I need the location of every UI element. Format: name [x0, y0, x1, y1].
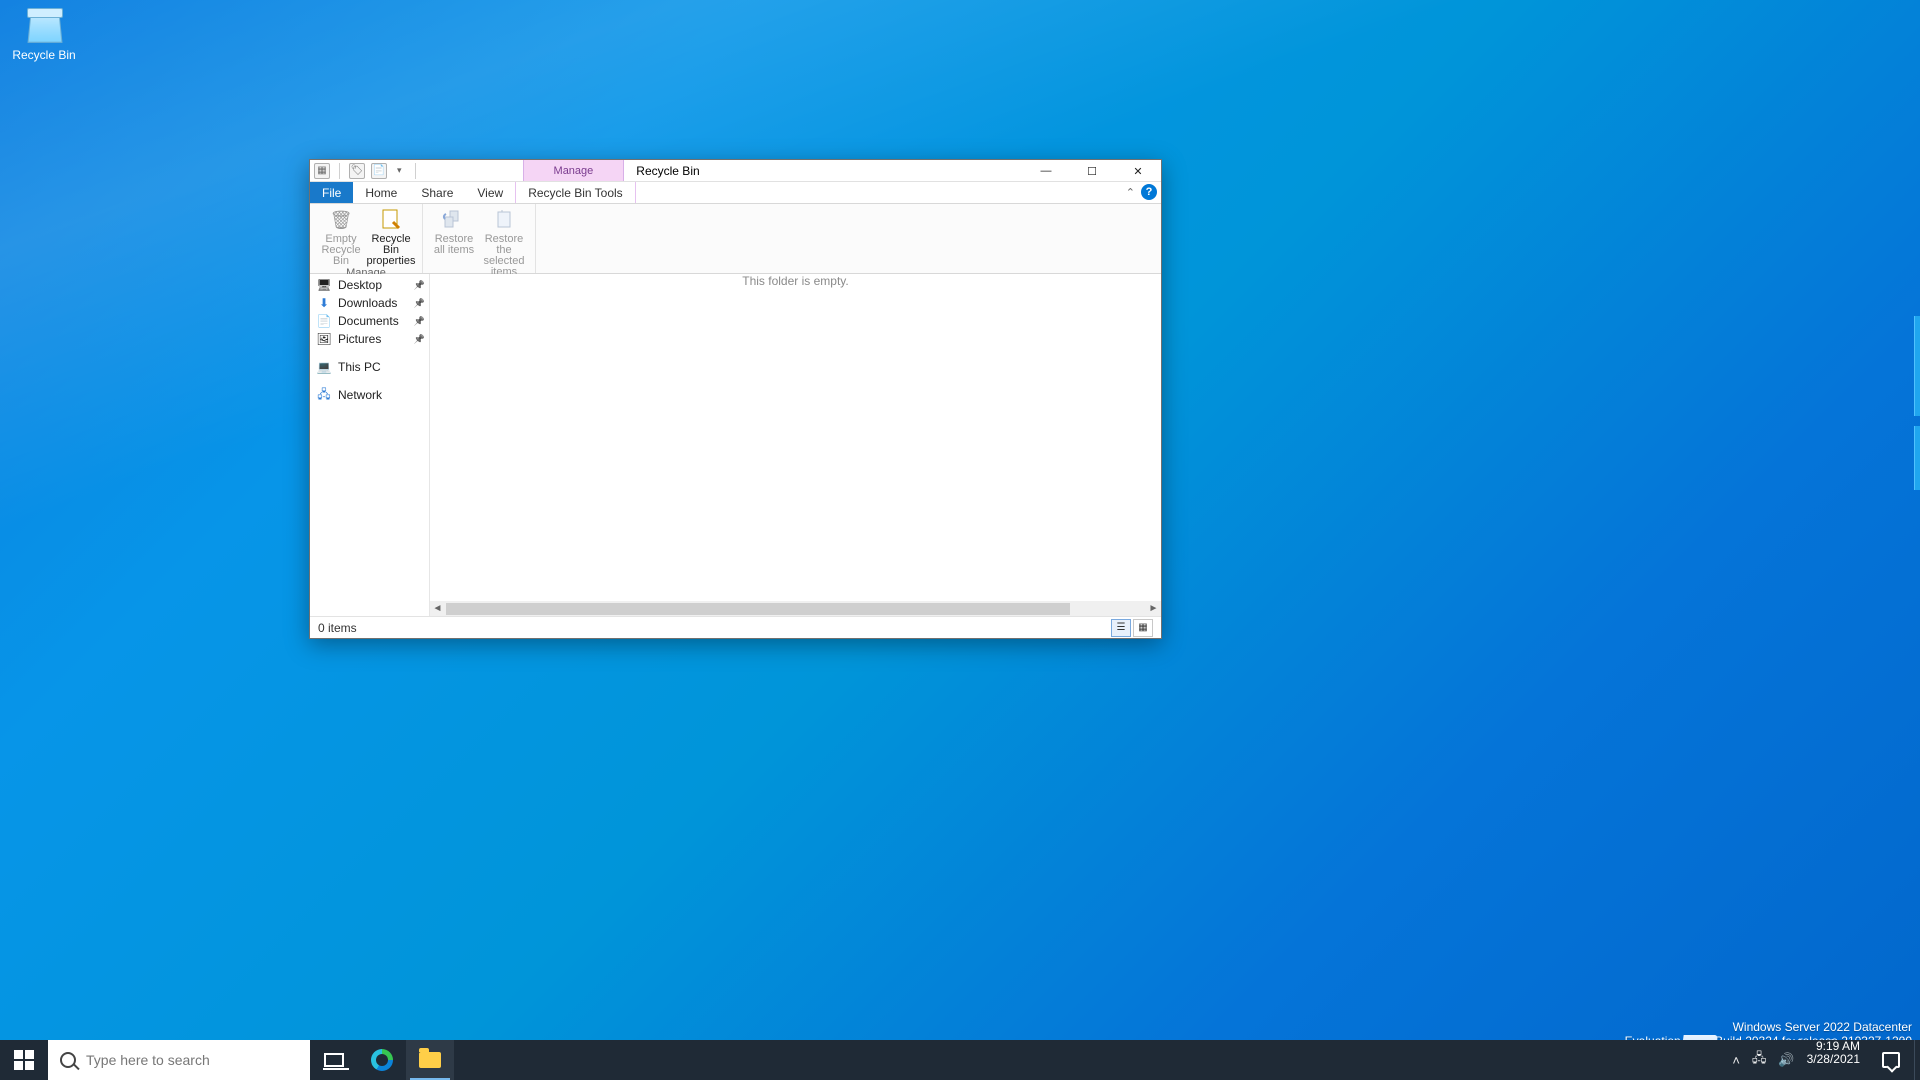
- scrollbar-thumb[interactable]: [446, 603, 1070, 615]
- window-body: 🖥 Desktop ⬇ Downloads 📄 Documents 🖼 Pict…: [310, 274, 1161, 616]
- nav-item-label: Downloads: [338, 296, 397, 310]
- nav-documents[interactable]: 📄 Documents: [310, 312, 429, 330]
- task-view-icon: [324, 1053, 344, 1067]
- nav-item-label: This PC: [338, 360, 381, 374]
- ribbon-button-label: Restore all items: [429, 234, 479, 256]
- scroll-left-arrow[interactable]: ◄: [430, 603, 445, 614]
- tab-view[interactable]: View: [465, 182, 515, 203]
- properties-icon: [378, 208, 404, 232]
- pictures-icon: 🖼: [316, 331, 332, 347]
- edge-icon: [371, 1049, 393, 1071]
- recycle-bin-properties-button[interactable]: Recycle Bin properties: [366, 206, 416, 267]
- close-button[interactable]: ✕: [1115, 160, 1161, 182]
- titlebar[interactable]: ▦ 🏷 📄 ▾ Manage Recycle Bin — ☐ ✕: [310, 160, 1161, 182]
- separator: [415, 163, 416, 179]
- nav-desktop[interactable]: 🖥 Desktop: [310, 276, 429, 294]
- collapse-ribbon-button[interactable]: ⌃: [1126, 186, 1135, 199]
- qat-customize-dropdown[interactable]: ▾: [393, 165, 406, 176]
- start-button[interactable]: [0, 1040, 48, 1080]
- desktop-icon: 🖥: [316, 277, 332, 293]
- explorer-window: ▦ 🏷 📄 ▾ Manage Recycle Bin — ☐ ✕ File Ho…: [309, 159, 1162, 639]
- desktop-icon-label: Recycle Bin: [6, 48, 82, 62]
- large-icons-view-button[interactable]: ▦: [1133, 619, 1153, 637]
- ribbon-group-manage: 🗑 Empty Recycle Bin Recycle Bin properti…: [310, 204, 423, 273]
- taskbar-clock[interactable]: 9:19 AM 3/28/2021: [1799, 1040, 1868, 1080]
- task-view-button[interactable]: [310, 1040, 358, 1080]
- action-center-button[interactable]: [1868, 1040, 1914, 1080]
- tab-recycle-bin-tools[interactable]: Recycle Bin Tools: [515, 182, 636, 203]
- nav-downloads[interactable]: ⬇ Downloads: [310, 294, 429, 312]
- details-view-button[interactable]: ☰: [1111, 619, 1131, 637]
- clock-date: 3/28/2021: [1807, 1053, 1860, 1066]
- restore-selected-icon: [491, 208, 517, 232]
- window-title: Recycle Bin: [624, 160, 711, 181]
- show-desktop-button[interactable]: [1914, 1040, 1920, 1080]
- navigation-pane[interactable]: 🖥 Desktop ⬇ Downloads 📄 Documents 🖼 Pict…: [310, 274, 430, 616]
- ribbon-button-label: Recycle Bin properties: [366, 234, 416, 267]
- nav-this-pc[interactable]: 💻 This PC: [310, 358, 429, 376]
- empty-bin-icon: 🗑: [328, 208, 354, 232]
- watermark-line: Windows Server 2022 Datacenter: [1625, 1020, 1912, 1034]
- control-menu-icon[interactable]: ▦: [314, 163, 330, 179]
- nav-network[interactable]: 🖧 Network: [310, 386, 429, 404]
- tray-volume-icon[interactable]: 🔊: [1778, 1052, 1794, 1068]
- documents-icon: 📄: [316, 313, 332, 329]
- desktop-recycle-bin[interactable]: Recycle Bin: [6, 6, 82, 62]
- restore-selected-button[interactable]: Restore the selected items: [479, 206, 529, 278]
- status-item-count: 0 items: [318, 621, 357, 635]
- window-controls: — ☐ ✕: [1023, 160, 1161, 181]
- status-bar: 0 items ☰ ▦: [310, 616, 1161, 638]
- separator: [339, 163, 340, 179]
- tray-network-icon[interactable]: 🖧: [1752, 1049, 1767, 1071]
- notification-icon: [1882, 1052, 1900, 1068]
- network-icon: 🖧: [316, 387, 332, 403]
- horizontal-scrollbar[interactable]: ◄ ►: [430, 601, 1161, 616]
- ribbon-group-restore: Restore all items Restore the selected i…: [423, 204, 536, 273]
- help-button[interactable]: ?: [1141, 184, 1157, 200]
- maximize-button[interactable]: ☐: [1069, 160, 1115, 182]
- taskbar-app-edge[interactable]: [358, 1040, 406, 1080]
- tab-home[interactable]: Home: [353, 182, 409, 203]
- nav-item-label: Documents: [338, 314, 399, 328]
- empty-recycle-bin-button[interactable]: 🗑 Empty Recycle Bin: [316, 206, 366, 267]
- search-placeholder: Type here to search: [86, 1052, 210, 1068]
- nav-item-label: Desktop: [338, 278, 382, 292]
- tab-share[interactable]: Share: [409, 182, 465, 203]
- background-window-edge: [1914, 316, 1920, 416]
- minimize-button[interactable]: —: [1023, 160, 1069, 182]
- windows-logo-icon: [14, 1050, 34, 1070]
- file-explorer-icon: [419, 1052, 441, 1068]
- restore-all-button[interactable]: Restore all items: [429, 206, 479, 256]
- restore-all-icon: [441, 208, 467, 232]
- search-icon: [60, 1052, 76, 1068]
- downloads-icon: ⬇: [316, 295, 332, 311]
- contextual-tab-header: Manage: [523, 160, 625, 181]
- this-pc-icon: 💻: [316, 359, 332, 375]
- nav-pictures[interactable]: 🖼 Pictures: [310, 330, 429, 348]
- properties-icon[interactable]: 🏷: [349, 163, 365, 179]
- background-window-edge: [1914, 426, 1920, 490]
- ribbon-button-label: Empty Recycle Bin: [316, 234, 366, 267]
- ribbon: 🗑 Empty Recycle Bin Recycle Bin properti…: [310, 204, 1161, 274]
- taskbar: Type here to search ˄ 🖧 🔊 9:19 AM 3/28/2…: [0, 1040, 1920, 1080]
- system-tray: ˄ 🖧 🔊: [1728, 1040, 1798, 1080]
- content-pane[interactable]: This folder is empty. ◄ ►: [430, 274, 1161, 616]
- nav-item-label: Pictures: [338, 332, 381, 346]
- new-folder-icon[interactable]: 📄: [371, 163, 387, 179]
- taskbar-search[interactable]: Type here to search: [48, 1040, 310, 1080]
- nav-item-label: Network: [338, 388, 382, 402]
- ribbon-button-label: Restore the selected items: [479, 234, 529, 278]
- tray-chevron-up-icon[interactable]: ˄: [1732, 1053, 1740, 1068]
- recycle-bin-icon: [23, 6, 65, 46]
- empty-folder-message: This folder is empty.: [430, 274, 1161, 288]
- tab-file[interactable]: File: [310, 182, 353, 203]
- taskbar-app-file-explorer[interactable]: [406, 1040, 454, 1080]
- quick-access-toolbar: ▦ 🏷 📄 ▾: [310, 160, 423, 181]
- scroll-right-arrow[interactable]: ►: [1146, 603, 1161, 614]
- ribbon-tabstrip: File Home Share View Recycle Bin Tools ⌃…: [310, 182, 1161, 204]
